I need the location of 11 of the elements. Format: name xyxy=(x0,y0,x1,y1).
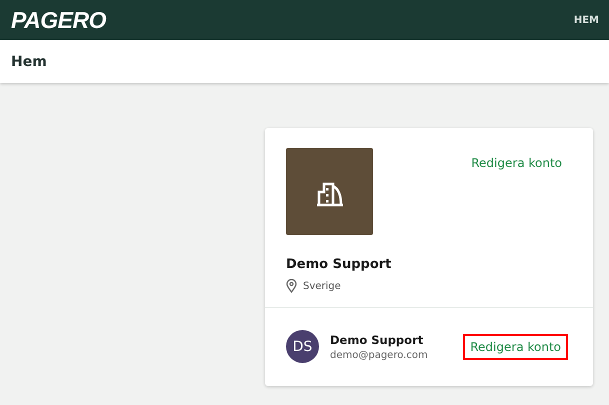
edit-account-link[interactable]: Redigera konto xyxy=(463,334,568,360)
user-name: Demo Support xyxy=(330,332,424,346)
home-nav-link[interactable]: HEM xyxy=(574,14,599,26)
company-name: Demo Support xyxy=(286,257,392,272)
location-pin-icon xyxy=(286,279,297,293)
user-avatar: DS xyxy=(286,330,319,363)
page-title: Hem xyxy=(11,54,47,70)
pagero-logo: PAGERO xyxy=(11,6,106,34)
location-text: Sverige xyxy=(303,280,341,292)
user-email: demo@pagero.com xyxy=(330,350,429,360)
edit-account-link[interactable]: Redigera konto xyxy=(471,156,562,170)
